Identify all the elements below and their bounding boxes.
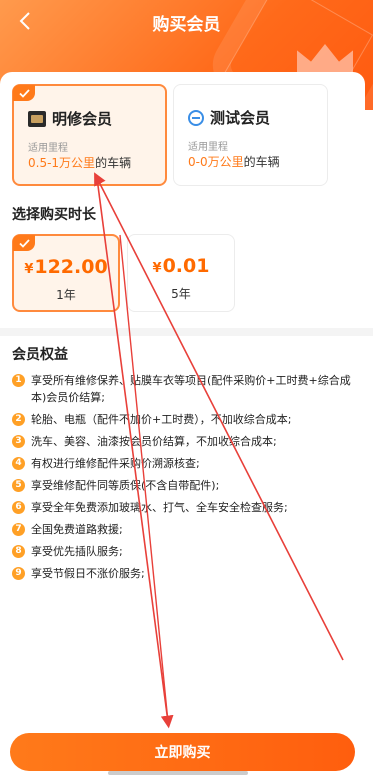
duration-option-1-year[interactable]: ¥122.00 1年: [12, 234, 120, 312]
benefits-title: 会员权益: [12, 347, 68, 363]
membership-panel: 明修会员 适用里程 0.5-1万公里的车辆 测试会员 适用里程 0-0万公里的车…: [0, 72, 365, 330]
home-indicator: [108, 771, 248, 775]
duration-period: 5年: [171, 287, 191, 301]
membership-name: 测试会员: [188, 107, 270, 128]
number-badge: 2: [12, 413, 25, 426]
benefits-list: 1 享受所有维修保养、贴膜车衣等项目(配件采购价+工时费+综合成本)会员价结算; …: [12, 372, 352, 587]
list-item: 6 享受全年免费添加玻璃水、打气、全车安全检查服务;: [12, 499, 352, 516]
page-title: 购买会员: [152, 15, 221, 35]
membership-card-test[interactable]: 测试会员 适用里程 0-0万公里的车辆: [173, 84, 328, 186]
list-item: 1 享受所有维修保养、贴膜车衣等项目(配件采购价+工时费+综合成本)会员价结算;: [12, 372, 352, 406]
list-item: 5 享受维修配件同等质保(不含自带配件);: [12, 477, 352, 494]
buy-now-button[interactable]: 立即购买: [10, 733, 355, 771]
number-badge: 6: [12, 501, 25, 514]
membership-range: 0-0万公里的车辆: [188, 155, 280, 169]
membership-range: 0.5-1万公里的车辆: [28, 156, 132, 170]
section-divider: [0, 328, 373, 336]
membership-range-label: 适用里程: [188, 142, 228, 153]
duration-title: 选择购买时长: [12, 207, 96, 223]
membership-card-mingxiu[interactable]: 明修会员 适用里程 0.5-1万公里的车辆: [12, 84, 167, 186]
number-badge: 8: [12, 545, 25, 558]
check-icon: [13, 85, 35, 101]
number-badge: 5: [12, 479, 25, 492]
check-icon: [13, 235, 35, 251]
list-item: 2 轮胎、电瓶（配件不加价+工时费），不加收综合成本;: [12, 411, 352, 428]
duration-price: ¥0.01: [152, 255, 210, 277]
number-badge: 4: [12, 457, 25, 470]
list-item: 9 享受节假日不涨价服务;: [12, 565, 352, 582]
duration-price: ¥122.00: [24, 256, 108, 278]
membership-brand-icon: [28, 110, 46, 127]
number-badge: 7: [12, 523, 25, 536]
number-badge: 3: [12, 435, 25, 448]
list-item: 8 享受优先插队服务;: [12, 543, 352, 560]
benefits-section: 会员权益 1 享受所有维修保养、贴膜车衣等项目(配件采购价+工时费+综合成本)会员…: [0, 336, 365, 731]
list-item: 3 洗车、美容、油漆按会员价结算，不加收综合成本;: [12, 433, 352, 450]
duration-option-5-year[interactable]: ¥0.01 5年: [127, 234, 235, 312]
membership-range-label: 适用里程: [28, 143, 68, 154]
number-badge: 1: [12, 374, 25, 387]
number-badge: 9: [12, 567, 25, 580]
minus-circle-icon: [188, 109, 204, 126]
duration-period: 1年: [56, 288, 76, 302]
list-item: 4 有权进行维修配件采购价溯源核查;: [12, 455, 352, 472]
list-item: 7 全国免费道路救援;: [12, 521, 352, 538]
membership-name: 明修会员: [28, 108, 112, 129]
